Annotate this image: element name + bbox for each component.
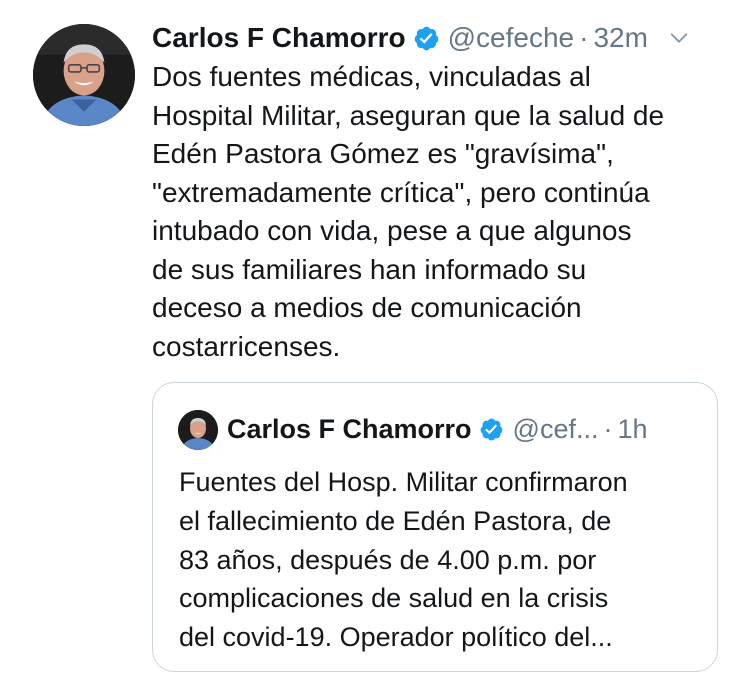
tweet-header: Carlos F Chamorro @cefeche · 32m — [152, 18, 721, 58]
verified-badge-icon — [413, 25, 440, 52]
quoted-text-line: 83 años, después de 4.00 p.m. por — [179, 544, 597, 575]
author-handle[interactable]: @cefeche — [448, 22, 575, 54]
chevron-down-icon[interactable] — [668, 27, 690, 49]
quoted-avatar — [178, 410, 218, 450]
timestamp[interactable]: 32m — [593, 22, 647, 54]
tweet-text-line: "extremadamente crítica", pero continúa — [152, 176, 650, 208]
tweet-text-line: Hospital Militar, aseguran que la salud … — [152, 99, 665, 131]
quoted-text-line: complicaciones de salud en la crisis — [179, 583, 609, 614]
quoted-tweet-card[interactable]: Carlos F Chamorro @cef... · 1h Fuentes d… — [152, 382, 718, 672]
avatar-photo — [33, 24, 135, 126]
author-name[interactable]: Carlos F Chamorro — [152, 22, 406, 54]
separator-dot: · — [579, 22, 589, 53]
verified-badge-icon — [479, 417, 504, 442]
tweet-text-line: Dos fuentes médicas, vinculadas al — [152, 61, 591, 92]
quoted-timestamp: 1h — [617, 413, 648, 444]
quoted-text-line: el fallecimiento de Edén Pastora, de — [179, 505, 612, 536]
separator-dot: · — [603, 413, 613, 444]
quoted-tweet-header: Carlos F Chamorro @cef... · 1h — [227, 409, 648, 449]
quoted-text-line: del covid-19. Operador político del... — [179, 622, 613, 653]
quoted-tweet-text: Fuentes del Hosp. Militar confirmaron el… — [179, 463, 709, 657]
tweet-text-line: de sus familiares han informado su — [152, 253, 587, 285]
avatar[interactable] — [33, 24, 135, 126]
tweet-text-line: Edén Pastora Gómez es "gravísima", — [152, 138, 614, 169]
tweet-text-line: intubado con vida, pese a que algunos — [152, 215, 632, 246]
tweet-text-line: deceso a medios de comunicación — [152, 292, 582, 323]
tweet-text: Dos fuentes médicas, vinculadas al Hospi… — [152, 58, 730, 366]
tweet-text-line: costarricenses. — [152, 330, 341, 362]
tweet[interactable]: Carlos F Chamorro @cefeche · 32m Dos fue… — [0, 0, 739, 678]
quoted-avatar-photo — [178, 410, 218, 450]
quoted-author-name: Carlos F Chamorro — [227, 413, 472, 444]
quoted-author-handle: @cef... — [512, 413, 599, 444]
quoted-text-line: Fuentes del Hosp. Militar confirmaron — [179, 467, 628, 497]
